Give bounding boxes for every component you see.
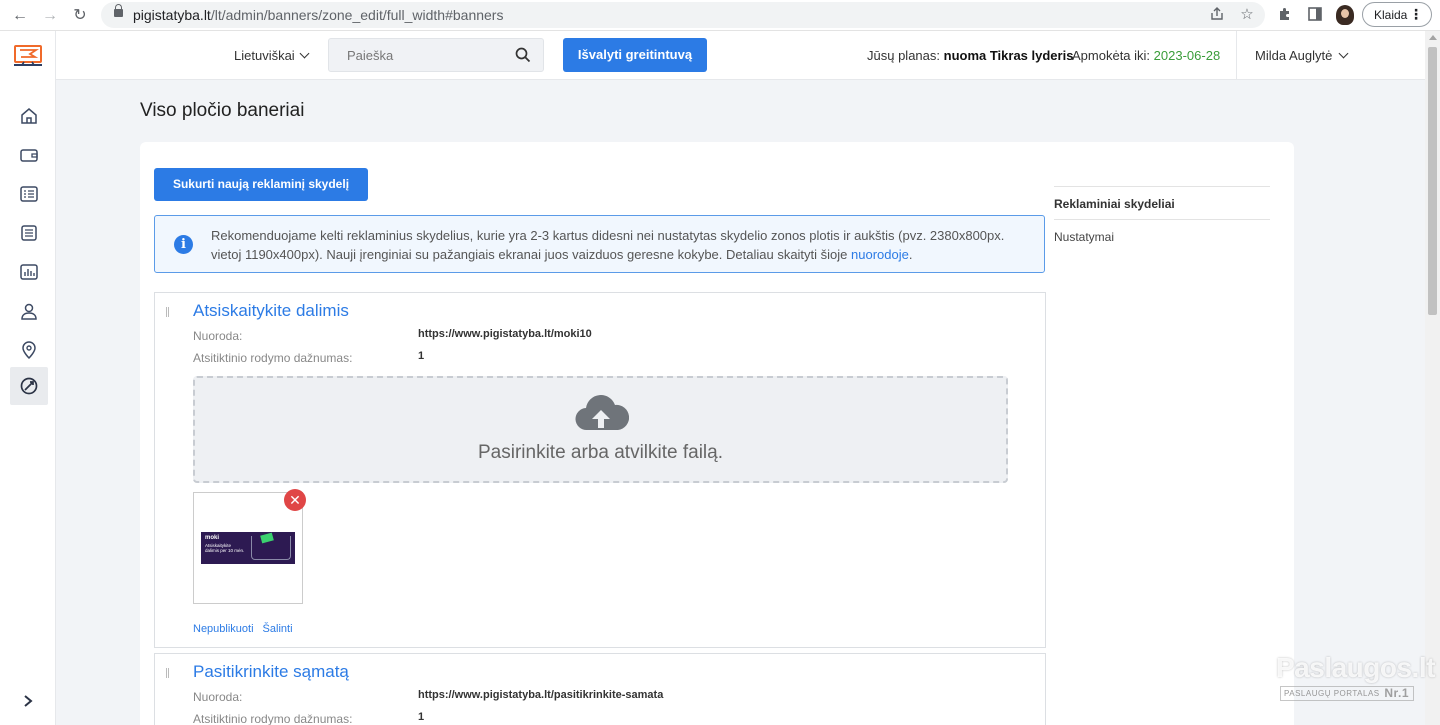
- list-icon[interactable]: [10, 175, 48, 213]
- banner-title[interactable]: Atsiskaitykite dalimis: [193, 301, 349, 321]
- expand-sidebar-icon[interactable]: [10, 683, 46, 719]
- home-icon[interactable]: [10, 97, 48, 135]
- user-menu[interactable]: Milda Auglytė: [1255, 48, 1349, 63]
- info-alert: i Rekomenduojame kelti reklaminius skyde…: [154, 215, 1045, 273]
- pages-icon[interactable]: [10, 214, 48, 252]
- drag-handle-icon[interactable]: [166, 307, 169, 317]
- profile-label: Klaida: [1374, 8, 1408, 22]
- info-link[interactable]: nuorodoje: [851, 247, 909, 262]
- topbar-divider: [1236, 31, 1237, 79]
- thumb-text: Atsiskaitykite dalimis per 10 mėn.: [205, 543, 245, 553]
- extensions-icon[interactable]: [1276, 6, 1294, 24]
- search-input[interactable]: [329, 39, 509, 71]
- menu-item-settings[interactable]: Nustatymai: [1054, 220, 1270, 254]
- frequency-label: Atsitiktinio rodymo dažnumas:: [193, 712, 353, 725]
- profile-error-button[interactable]: Klaida ⋮: [1362, 2, 1432, 27]
- banner-title[interactable]: Pasitikrinkite sąmatą: [193, 662, 349, 682]
- user-icon[interactable]: [10, 292, 48, 330]
- scrollbar-thumb[interactable]: [1428, 47, 1437, 315]
- url-host: pigistatyba.lt: [133, 7, 211, 23]
- plan-value: nuoma Tikras lyderis: [943, 48, 1074, 63]
- page-title: Viso pločio baneriai: [140, 100, 305, 121]
- remove-image-icon[interactable]: ✕: [284, 489, 306, 511]
- url-path: /lt/admin/banners/zone_edit/full_width#b…: [210, 7, 504, 23]
- info-text: Rekomenduojame kelti reklaminius skydeli…: [211, 226, 1031, 264]
- frequency-value: 1: [418, 350, 425, 362]
- wallet-icon[interactable]: [10, 136, 48, 174]
- user-name: Milda Auglytė: [1255, 48, 1333, 63]
- banner-side-menu: Reklaminiai skydeliai Nustatymai: [1054, 186, 1270, 254]
- create-banner-button[interactable]: Sukurti naują reklaminį skydelį: [154, 168, 368, 201]
- forward-icon[interactable]: →: [40, 6, 60, 26]
- drag-handle-icon[interactable]: [166, 668, 169, 678]
- link-value: https://www.pigistatyba.lt/pasitikrinkit…: [418, 689, 664, 701]
- top-bar: Lietuviškai Išvalyti greitintuvą Jūsų pl…: [56, 31, 1425, 80]
- delete-link[interactable]: Šalinti: [263, 623, 293, 635]
- scroll-up-icon[interactable]: [1429, 35, 1437, 40]
- file-dropzone[interactable]: Pasirinkite arba atvilkite failą.: [193, 376, 1008, 483]
- cloud-upload-icon: [575, 395, 629, 431]
- banner-actions: Nepublikuoti Šalinti: [193, 623, 302, 635]
- menu-dots-icon[interactable]: ⋮: [1409, 7, 1423, 21]
- plan-info: Jūsų planas: nuoma Tikras lyderis: [867, 48, 1073, 63]
- reload-icon[interactable]: ↻: [70, 6, 90, 26]
- banner-thumbnail: moki Atsiskaitykite dalimis per 10 mėn.: [193, 492, 303, 604]
- url-text[interactable]: pigistatyba.lt/lt/admin/banners/zone_edi…: [133, 7, 503, 23]
- profile-avatar[interactable]: [1336, 5, 1354, 25]
- watermark: Paslaugos.lt PASLAUGŲ PORTALAS Nr.1: [1276, 652, 1435, 704]
- search-icon[interactable]: [515, 47, 531, 63]
- paid-label: Apmokėta iki:: [1072, 48, 1151, 63]
- location-icon[interactable]: [10, 331, 48, 369]
- banner-item: Pasitikrinkite sąmatą Nuoroda: https://w…: [154, 653, 1046, 725]
- banners-icon[interactable]: [10, 367, 48, 405]
- link-label: Nuoroda:: [193, 690, 243, 704]
- left-sidebar: [0, 31, 56, 725]
- paid-until-info: Apmokėta iki: 2023-06-28: [1072, 48, 1220, 63]
- link-label: Nuoroda:: [193, 329, 243, 343]
- banner-image: moki Atsiskaitykite dalimis per 10 mėn.: [201, 532, 295, 564]
- language-label: Lietuviškai: [234, 48, 295, 63]
- chevron-down-icon: [299, 48, 310, 59]
- stats-icon[interactable]: [10, 253, 48, 291]
- watermark-tagline: PASLAUGŲ PORTALAS: [1284, 689, 1380, 698]
- search-box: [328, 38, 544, 72]
- watermark-tagline-box: PASLAUGŲ PORTALAS Nr.1: [1280, 686, 1414, 701]
- share-icon[interactable]: [1208, 6, 1226, 24]
- banner-item: Atsiskaitykite dalimis Nuoroda: https://…: [154, 292, 1046, 648]
- paid-date: 2023-06-28: [1153, 48, 1221, 63]
- star-icon[interactable]: ☆: [1238, 6, 1256, 24]
- info-end: .: [908, 247, 913, 262]
- logo-icon[interactable]: [12, 41, 44, 69]
- browser-toolbar: ← → ↻ pigistatyba.lt/lt/admin/banners/zo…: [0, 0, 1440, 31]
- lock-icon: [114, 4, 123, 17]
- menu-item-banners[interactable]: Reklaminiai skydeliai: [1054, 186, 1270, 220]
- side-panel-icon[interactable]: [1306, 6, 1324, 24]
- clear-cache-button[interactable]: Išvalyti greitintuvą: [563, 38, 707, 72]
- chevron-down-icon: [1338, 48, 1349, 59]
- watermark-name: Paslaugos.lt: [1276, 652, 1435, 683]
- link-value: https://www.pigistatyba.lt/moki10: [418, 328, 592, 340]
- plan-label: Jūsų planas:: [867, 48, 940, 63]
- page-scrollbar[interactable]: [1425, 31, 1440, 725]
- language-select[interactable]: Lietuviškai: [234, 48, 310, 63]
- unpublish-link[interactable]: Nepublikuoti: [193, 623, 254, 635]
- thumb-brand: moki: [205, 535, 220, 541]
- watermark-rank: Nr.1: [1384, 686, 1409, 700]
- info-icon: i: [174, 235, 193, 254]
- dropzone-text: Pasirinkite arba atvilkite failą.: [478, 442, 723, 463]
- frequency-value: 1: [418, 711, 425, 723]
- frequency-label: Atsitiktinio rodymo dažnumas:: [193, 351, 353, 365]
- back-icon[interactable]: ←: [10, 6, 30, 26]
